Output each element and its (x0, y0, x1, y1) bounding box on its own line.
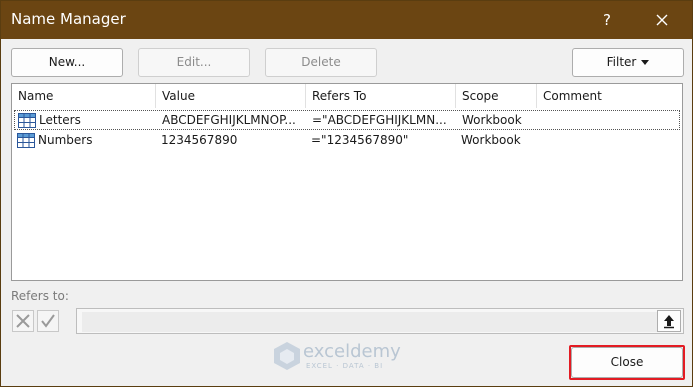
filter-button-label: Filter (606, 55, 637, 69)
cell-refers-to: ="ABCDEFGHIJKLMN... (312, 113, 447, 127)
confirm-edit-icon[interactable] (37, 310, 59, 332)
name-range-icon (17, 133, 35, 148)
close-button-label: Close (610, 355, 644, 369)
watermark-tagline: EXCEL · DATA · BI (306, 362, 384, 370)
delete-button-label: Delete (301, 55, 341, 69)
table-row[interactable]: Letters ABCDEFGHIJKLMNOP... ="ABCDEFGHIJ… (14, 110, 680, 130)
column-header-scope[interactable]: Scope (456, 84, 537, 108)
cell-refers-to: ="1234567890" (311, 133, 409, 147)
close-button[interactable]: Close (571, 347, 683, 378)
column-header-value[interactable]: Value (156, 84, 306, 108)
name-range-icon (18, 113, 36, 128)
upload-arrow-icon (664, 315, 674, 326)
table-row[interactable]: Numbers 1234567890 ="1234567890" Workboo… (14, 131, 680, 151)
cell-value: ABCDEFGHIJKLMNOP... (162, 113, 296, 127)
edit-button-label: Edit... (176, 55, 212, 69)
cell-name: Letters (39, 113, 81, 127)
cell-scope: Workbook (462, 113, 522, 127)
cell-value: 1234567890 (161, 133, 238, 147)
help-button[interactable]: ? (596, 7, 618, 33)
dialog-title: Name Manager (11, 10, 126, 28)
new-button-label: New... (48, 55, 86, 69)
collapse-dialog-button[interactable] (657, 310, 681, 332)
close-icon[interactable] (649, 7, 675, 33)
names-list[interactable]: Name Value Refers To Scope Comment Lette… (11, 83, 683, 281)
cell-scope: Workbook (461, 133, 521, 147)
watermark-brand: exceldemy (303, 341, 401, 362)
new-button[interactable]: New... (11, 48, 123, 77)
delete-button[interactable]: Delete (265, 48, 377, 77)
cancel-edit-icon[interactable] (12, 310, 34, 332)
name-manager-dialog: Name Manager ? New... Edit... Delete Fil… (0, 0, 693, 387)
refers-to-label: Refers to: (11, 289, 69, 303)
refers-to-input[interactable] (82, 312, 658, 332)
edit-button[interactable]: Edit... (138, 48, 250, 77)
refers-to-field[interactable] (76, 308, 684, 334)
watermark: exceldemy EXCEL · DATA · BI (273, 339, 423, 375)
column-header-refers-to[interactable]: Refers To (306, 84, 456, 108)
chevron-down-icon (641, 60, 650, 65)
cell-name: Numbers (38, 133, 93, 147)
exceldemy-logo-icon (274, 342, 300, 370)
column-header-comment[interactable]: Comment (537, 84, 682, 108)
filter-button[interactable]: Filter (572, 48, 684, 77)
column-header-name[interactable]: Name (12, 84, 156, 108)
title-bar: Name Manager ? (1, 1, 692, 39)
